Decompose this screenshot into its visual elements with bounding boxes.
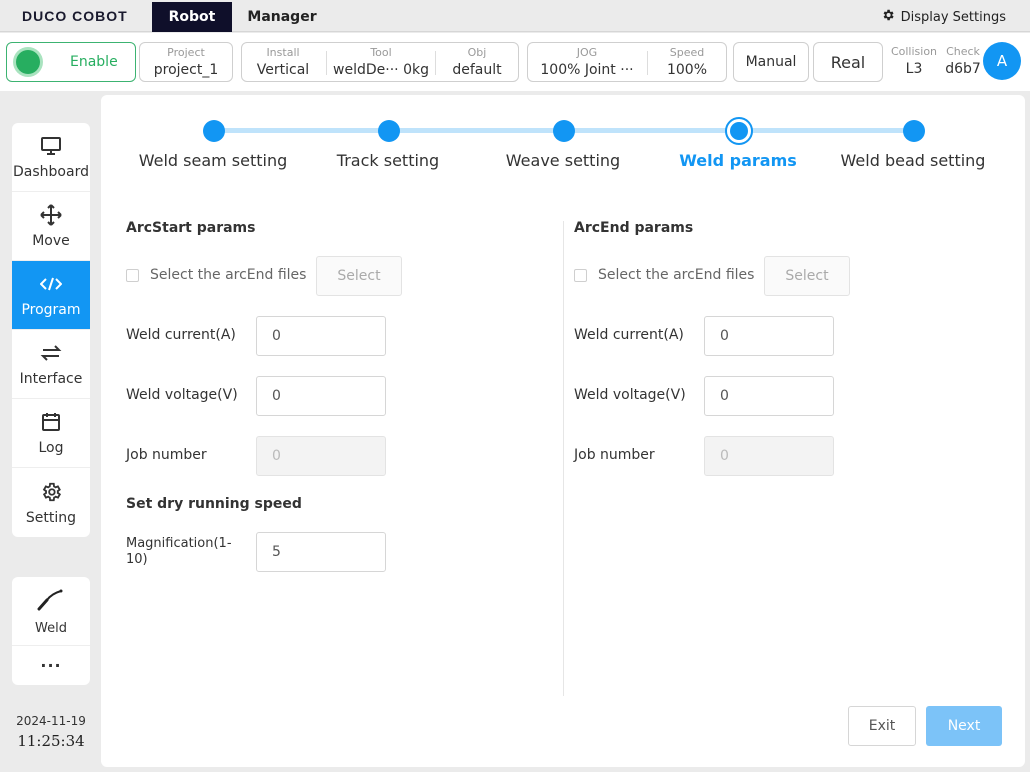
- side-nav: Dashboard Move Program Interface Log Set…: [12, 123, 90, 537]
- arcstart-current-label: Weld current(A): [126, 327, 236, 343]
- collision-key: Collision: [890, 45, 938, 58]
- arcstart-job-label: Job number: [126, 447, 207, 463]
- nav-label: Interface: [19, 371, 83, 387]
- obj-key: Obj: [467, 46, 487, 59]
- time-display: 11:25:34: [17, 732, 85, 750]
- arcend-current-label: Weld current(A): [574, 327, 684, 343]
- arcend-current-input[interactable]: 0: [704, 316, 834, 356]
- arcstart-job-input: 0: [256, 436, 386, 476]
- nav-item-interface[interactable]: Interface: [12, 330, 90, 399]
- arcstart-current-input[interactable]: 0: [256, 316, 386, 356]
- arcend-voltage-label: Weld voltage(V): [574, 387, 686, 403]
- enable-button[interactable]: Enable: [6, 42, 136, 82]
- arcend-title: ArcEnd params: [574, 220, 694, 236]
- step-dot-1[interactable]: [203, 120, 225, 142]
- arcstart-voltage-input[interactable]: 0: [256, 376, 386, 416]
- move-arrows-icon: [40, 203, 62, 227]
- install-key: Install: [266, 46, 300, 59]
- real-env-button[interactable]: Real: [813, 42, 883, 82]
- arcend-voltage-input[interactable]: 0: [704, 376, 834, 416]
- dry-running-title: Set dry running speed: [126, 496, 302, 512]
- nav-item-setting[interactable]: Setting: [12, 468, 90, 537]
- nav-label: Weld: [35, 620, 67, 636]
- weld-torch-icon: [37, 587, 65, 615]
- nav-label: Log: [38, 440, 64, 456]
- arcend-select-button[interactable]: Select: [764, 256, 850, 296]
- nav-item-program[interactable]: Program: [12, 261, 90, 330]
- monitor-icon: [40, 134, 62, 158]
- step-dot-3[interactable]: [553, 120, 575, 142]
- tool-value: weldDe··· 0kg: [333, 62, 429, 78]
- next-button[interactable]: Next: [926, 706, 1002, 746]
- nav-item-move[interactable]: Move: [12, 192, 90, 261]
- exit-button[interactable]: Exit: [848, 706, 916, 746]
- swap-icon: [40, 341, 62, 365]
- project-box[interactable]: Project project_1: [139, 42, 233, 82]
- status-bar: Enable Project project_1 Install Vertica…: [0, 33, 1030, 91]
- gear-icon: [881, 8, 895, 26]
- arcend-job-label: Job number: [574, 447, 655, 463]
- project-key: Project: [167, 46, 205, 59]
- arcstart-title: ArcStart params: [126, 220, 256, 236]
- plugin-nav: Weld ···: [12, 577, 90, 685]
- logo: DUCO COBOT: [22, 8, 128, 24]
- step-dot-4-current[interactable]: [725, 117, 753, 145]
- install-tool-obj-box[interactable]: Install Vertical Tool weldDe··· 0kg Obj …: [241, 42, 519, 82]
- magnification-label: Magnification(1-10): [126, 536, 232, 567]
- install-value: Vertical: [256, 62, 310, 78]
- more-plugins-button[interactable]: ···: [12, 646, 90, 685]
- step-label-weld-seam[interactable]: Weld seam setting: [123, 151, 303, 170]
- nav-item-log[interactable]: Log: [12, 399, 90, 468]
- jog-value: 100% Joint ···: [540, 62, 634, 78]
- tool-key: Tool: [370, 46, 392, 59]
- divider: [326, 51, 327, 75]
- calendar-icon: [41, 410, 61, 434]
- arcend-files-label: Select the arcEnd files: [598, 267, 755, 283]
- manual-mode-button[interactable]: Manual: [733, 42, 809, 82]
- tab-robot[interactable]: Robot: [152, 2, 232, 32]
- enable-indicator: [16, 50, 40, 74]
- collision-level[interactable]: Collision L3: [887, 45, 941, 79]
- step-dot-2[interactable]: [378, 120, 400, 142]
- obj-value: default: [452, 62, 502, 78]
- step-label-weave[interactable]: Weave setting: [473, 151, 653, 170]
- arcstart-files-label: Select the arcEnd files: [150, 267, 307, 283]
- nav-label: Setting: [25, 509, 77, 526]
- gear-icon: [40, 480, 62, 504]
- check-code[interactable]: Check d6b7: [944, 45, 982, 79]
- step-dot-5[interactable]: [903, 120, 925, 142]
- nav-label: Program: [21, 302, 81, 318]
- jog-speed-box[interactable]: JOG 100% Joint ··· Speed 100%: [527, 42, 727, 82]
- nav-label: Dashboard: [13, 164, 89, 180]
- display-settings-button[interactable]: Display Settings: [881, 8, 1006, 26]
- nav-label: Move: [32, 233, 70, 249]
- step-label-weld-bead[interactable]: Weld bead setting: [823, 151, 1003, 170]
- avatar[interactable]: A: [983, 42, 1021, 80]
- display-settings-label: Display Settings: [900, 9, 1006, 25]
- nav-item-dashboard[interactable]: Dashboard: [12, 123, 90, 192]
- check-value: d6b7: [945, 61, 981, 77]
- enable-label: Enable: [70, 54, 118, 70]
- code-icon: [40, 272, 62, 296]
- step-label-track[interactable]: Track setting: [298, 151, 478, 170]
- column-divider: [563, 221, 564, 696]
- speed-key: Speed: [669, 46, 705, 59]
- date-display: 2024-11-19: [16, 714, 86, 728]
- project-value: project_1: [153, 62, 219, 78]
- step-label-weld-params[interactable]: Weld params: [648, 151, 828, 170]
- jog-key: JOG: [576, 46, 598, 59]
- arcstart-select-button[interactable]: Select: [316, 256, 402, 296]
- check-key: Check: [946, 45, 980, 58]
- arcend-files-checkbox[interactable]: [574, 269, 587, 282]
- weld-params-panel: Weld seam setting Track setting Weave se…: [101, 95, 1025, 767]
- top-bar: DUCO COBOT Robot Manager Display Setting…: [0, 0, 1030, 32]
- speed-value: 100%: [666, 62, 708, 78]
- nav-item-weld[interactable]: Weld: [12, 577, 90, 646]
- arcend-job-input: 0: [704, 436, 834, 476]
- collision-value: L3: [905, 61, 923, 77]
- arcstart-voltage-label: Weld voltage(V): [126, 387, 238, 403]
- tab-manager[interactable]: Manager: [236, 2, 328, 32]
- arcstart-files-checkbox[interactable]: [126, 269, 139, 282]
- magnification-input[interactable]: 5: [256, 532, 386, 572]
